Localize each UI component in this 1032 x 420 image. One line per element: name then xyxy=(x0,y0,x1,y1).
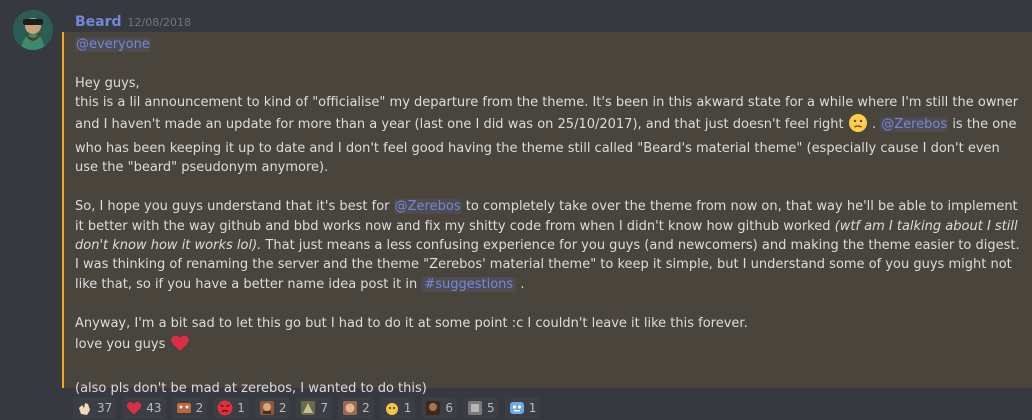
reaction-count: 7 xyxy=(320,401,329,415)
paragraph-2: So, I hope you guys understand that it's… xyxy=(75,197,1025,255)
custom-emoji-4-icon xyxy=(343,401,358,415)
reaction-custom-emoji-6[interactable]: 6 xyxy=(421,397,458,419)
paragraph-4: Anyway, I'm a bit sad to let this go but… xyxy=(75,315,748,331)
message-content: @everyone Hey guys, this is a lil announ… xyxy=(75,35,1025,398)
reaction-custom-emoji-7[interactable]: 5 xyxy=(463,397,499,419)
reaction-clap[interactable]: 37 xyxy=(73,397,117,419)
reaction-count: 5 xyxy=(487,401,495,415)
greeting-line: Hey guys, xyxy=(75,75,140,91)
reaction-heart[interactable]: 43 xyxy=(122,397,166,419)
channel-suggestions-link[interactable]: #suggestions xyxy=(421,276,517,292)
reaction-count: 37 xyxy=(97,401,113,415)
mention-everyone[interactable]: @everyone xyxy=(75,37,151,52)
reaction-angry[interactable]: 1 xyxy=(213,397,249,419)
reaction-count: 43 xyxy=(146,401,162,415)
message-header: Beard 12/08/2018 xyxy=(75,11,191,31)
reaction-count: 2 xyxy=(362,401,370,415)
custom-emoji-8-icon xyxy=(509,402,524,414)
reaction-custom-emoji-4[interactable]: 2 xyxy=(338,397,374,419)
message-timestamp: 12/08/2018 xyxy=(127,16,191,29)
reaction-count: 2 xyxy=(278,401,287,415)
custom-emoji-1-icon xyxy=(176,403,191,413)
heart-icon xyxy=(170,333,190,359)
mention-zerebos[interactable]: @Zerebos xyxy=(880,116,949,132)
reaction-count: 1 xyxy=(403,401,412,415)
paragraph-5: love you guys xyxy=(75,333,1025,359)
paragraph-1-text-a: this is a lil announcement to kind of "o… xyxy=(75,95,1019,132)
reaction-custom-emoji-3[interactable]: 7 xyxy=(296,397,333,419)
custom-emoji-6-icon xyxy=(426,401,441,415)
custom-emoji-3-icon xyxy=(301,401,316,415)
angry-face-icon xyxy=(217,400,233,416)
paragraph-2-text-a: So, I hope you guys understand that it's… xyxy=(75,199,390,215)
paragraph-3-text-b: . xyxy=(520,276,525,292)
paragraph-3: I was thinking of renaming the server an… xyxy=(75,255,1025,294)
author-name[interactable]: Beard xyxy=(75,14,122,30)
heart-icon xyxy=(127,402,142,415)
reactions-bar: 37 43 2 1 2 7 2 1 6 5 1 xyxy=(73,396,541,420)
reaction-custom-emoji-1[interactable]: 2 xyxy=(171,397,208,419)
mention-zerebos[interactable]: @Zerebos xyxy=(393,199,462,215)
reaction-count: 1 xyxy=(237,401,245,415)
reaction-count: 6 xyxy=(445,401,454,415)
reaction-count: 1 xyxy=(528,401,537,415)
paragraph-2-text-c: That just means a less confusing experie… xyxy=(265,238,1020,254)
reaction-custom-emoji-2[interactable]: 2 xyxy=(254,397,291,419)
paragraph-5-text: love you guys xyxy=(75,337,166,353)
clap-icon xyxy=(79,403,90,415)
reaction-custom-emoji-5[interactable]: 1 xyxy=(379,397,416,419)
confused-face-icon xyxy=(848,113,868,139)
paragraph-3-text-a: I was thinking of renaming the server an… xyxy=(75,257,1012,292)
custom-emoji-5-icon xyxy=(385,403,398,415)
reaction-custom-emoji-8[interactable]: 1 xyxy=(504,397,541,419)
paragraph-1: this is a lil announcement to kind of "o… xyxy=(75,93,1025,178)
reaction-count: 2 xyxy=(195,401,204,415)
avatar[interactable] xyxy=(13,10,53,50)
custom-emoji-7-icon xyxy=(468,401,483,415)
paragraph-1-text-b: . xyxy=(871,116,877,132)
avatar-image xyxy=(13,10,53,50)
custom-emoji-2-icon xyxy=(259,401,274,415)
